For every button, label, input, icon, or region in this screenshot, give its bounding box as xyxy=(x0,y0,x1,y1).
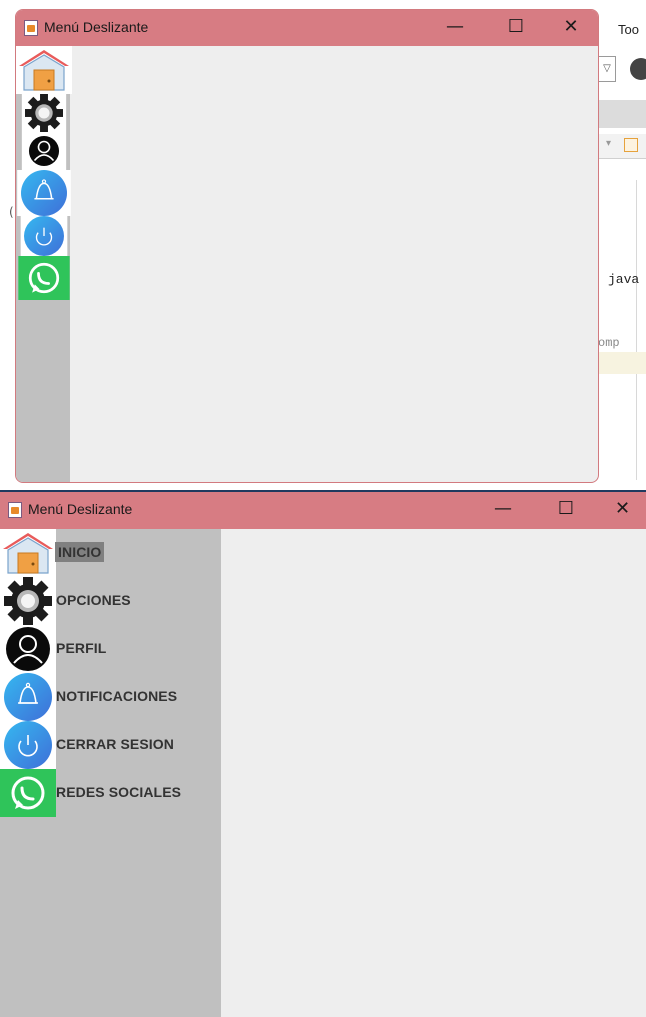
title-bar[interactable]: Menú Deslizante — ☐ ✕ xyxy=(0,492,646,529)
home-icon xyxy=(0,529,56,577)
background-glyph: ( xyxy=(9,205,14,219)
sidebar-expanded: INICIO OPCIONES PERFIL NOTIFICACIONES CE… xyxy=(0,529,221,1017)
maximize-button[interactable]: ☐ xyxy=(487,10,545,46)
title-bar[interactable]: Menú Deslizante — ☐ ✕ xyxy=(16,10,598,46)
ide-tab-strip xyxy=(598,100,646,128)
java-app-icon xyxy=(8,502,22,518)
ide-tools-menu[interactable]: Too xyxy=(618,22,639,37)
sidebar-item-cerrar-sesion[interactable]: CERRAR SESION xyxy=(0,721,221,769)
minimize-button[interactable]: — xyxy=(474,492,532,528)
bell-icon xyxy=(16,170,72,216)
sidebar-item-opciones[interactable]: OPCIONES xyxy=(0,577,221,625)
user-icon xyxy=(16,132,72,170)
gear-icon xyxy=(0,577,56,625)
sidebar-item-label: REDES SOCIALES xyxy=(56,784,182,800)
sidebar-item-redes-sociales[interactable]: REDES SOCIALES xyxy=(0,769,221,817)
ide-mini-toolbar: ▾ xyxy=(598,134,646,159)
whatsapp-icon xyxy=(16,256,72,300)
bell-icon xyxy=(0,673,56,721)
whatsapp-icon xyxy=(0,769,56,817)
sidebar-item-opciones[interactable] xyxy=(16,94,70,132)
home-icon xyxy=(16,46,72,94)
sidebar-collapsed xyxy=(16,46,72,482)
sidebar-item-inicio[interactable] xyxy=(16,46,72,94)
ide-dropdown-arrow-icon[interactable]: ▾ xyxy=(606,138,611,149)
sidebar-item-perfil[interactable] xyxy=(16,132,70,170)
background-ide-window: Too ▽ ▾ java omp xyxy=(598,0,646,484)
ide-dropdown[interactable]: ▽ xyxy=(598,56,616,82)
java-app-icon xyxy=(24,20,38,36)
window-title: Menú Deslizante xyxy=(44,19,149,35)
ide-highlighted-line xyxy=(598,352,646,374)
ide-search-icon[interactable] xyxy=(624,138,638,152)
window-expanded-menu: Menú Deslizante — ☐ ✕ INICIO OPCIONES PE… xyxy=(0,490,646,1017)
sidebar-item-label: INICIO xyxy=(55,542,105,562)
sidebar-item-label: NOTIFICACIONES xyxy=(56,688,178,704)
user-icon xyxy=(0,625,56,673)
sidebar-item-redes-sociales[interactable] xyxy=(16,256,70,300)
window-collapsed-menu: Menú Deslizante — ☐ ✕ xyxy=(15,9,599,483)
sidebar-item-notificaciones[interactable] xyxy=(16,170,72,216)
maximize-button[interactable]: ☐ xyxy=(537,492,595,528)
sidebar-item-label: OPCIONES xyxy=(56,592,131,608)
sidebar-item-label: PERFIL xyxy=(56,640,107,656)
power-icon xyxy=(0,721,56,769)
sidebar-item-cerrar-sesion[interactable] xyxy=(16,216,70,256)
window-title: Menú Deslizante xyxy=(28,501,133,517)
ide-code-line: java xyxy=(608,272,640,287)
sidebar-item-notificaciones[interactable]: NOTIFICACIONES xyxy=(0,673,221,721)
sidebar-item-label: CERRAR SESION xyxy=(56,736,174,752)
ide-round-button[interactable] xyxy=(630,58,646,80)
ide-code-line: omp xyxy=(598,336,620,350)
ide-separator xyxy=(636,180,637,480)
sidebar-item-inicio[interactable]: INICIO xyxy=(0,529,221,577)
close-button[interactable]: ✕ xyxy=(599,492,646,528)
minimize-button[interactable]: — xyxy=(426,10,484,46)
power-icon xyxy=(16,216,72,256)
gear-icon xyxy=(16,94,72,132)
close-button[interactable]: ✕ xyxy=(542,10,598,46)
sidebar-item-perfil[interactable]: PERFIL xyxy=(0,625,221,673)
